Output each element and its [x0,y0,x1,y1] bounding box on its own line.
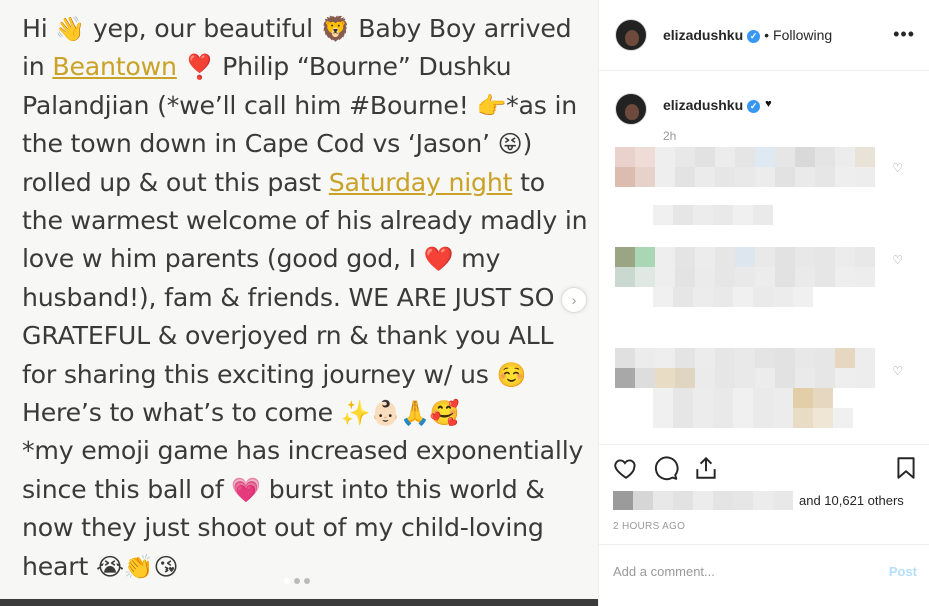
image-text-run: Here’s to what’s to come [22,398,341,428]
image-text-run: GRATEFUL & overjoyed rn & thank you ALL [22,321,554,351]
image-text-line: Here’s to what’s to come ✨👶🏻🙏🥰 [22,394,592,432]
image-text-run: Palandjian (*we’ll call him #Bourne! [22,90,477,120]
image-text-run [177,52,185,81]
more-options-icon[interactable]: ••• [893,24,915,45]
carousel-next-button[interactable]: › [561,287,587,313]
verified-badge-icon: ✓ [747,30,761,43]
comment-item [615,247,875,307]
image-text-line: GRATEFUL & overjoyed rn & thank you ALL [22,317,592,355]
image-text-run: husband!), fam & friends. WE ARE JUST SO [22,282,555,312]
image-text-run: for sharing this exciting journey w/ us [22,359,497,389]
comment-like-icon[interactable]: ♡ [892,253,903,267]
header-username-text[interactable]: elizadushku [663,27,743,43]
post-comment-button[interactable]: Post [889,564,917,579]
emoji-icon: ✨👶🏻🙏🥰 [340,399,460,428]
image-text-highlight: Saturday night [328,167,513,197]
add-comment-input[interactable]: Add a comment... [613,564,715,579]
image-text-line: the warmest welcome of his already madly… [22,202,592,240]
image-text-run: ) [522,129,533,159]
caption-avatar[interactable] [615,93,647,125]
carousel-dot [284,578,290,584]
image-text-run: my [453,244,501,274]
emoji-icon: ❤️ [423,245,454,274]
emoji-icon: 😝 [497,130,523,159]
liker-avatars [613,491,793,510]
caption-heart-emoji: ♥ [765,98,772,110]
emoji-icon: 👋 [55,15,86,43]
share-icon[interactable] [693,455,719,481]
post-sidebar: elizadushku ✓ • Following ••• elizadushku… [598,0,929,606]
image-text-run: rolled up & out this past [22,167,329,197]
image-text-run: yep, our beautiful [85,14,321,43]
image-bottom-bar [0,599,598,606]
image-text-highlight: Beantown [52,52,177,82]
image-text-run: Hi [22,14,56,43]
image-text-run: in [22,52,53,82]
image-text-line: the town down in Cape Cod vs ‘Jason’ 😝) [22,125,592,163]
chevron-right-icon: › [571,292,577,308]
carousel-dot [294,578,300,584]
post-header: elizadushku ✓ • Following ••• [599,0,929,71]
image-text-run: the town down in Cape Cod vs ‘Jason’ [22,129,498,159]
carousel-dots [284,578,310,584]
verified-badge-icon: ✓ [747,100,761,113]
image-text-run: to [512,167,545,197]
image-text-run: love w him parents (good god, I [22,244,424,274]
bookmark-icon[interactable] [893,455,919,481]
image-text-run: Philip “Bourne” Dushku [214,52,512,82]
image-text-line: now they just shoot out of my child-lovi… [22,509,592,547]
divider [599,444,929,445]
image-text-run: the warmest welcome of his already madly… [22,206,588,236]
comment-item [615,147,875,225]
image-text-line: in Beantown ❣️ Philip “Bourne” Dushku [22,48,592,86]
likes-summary: and 10,621 others [613,491,904,510]
image-text-line: *my emoji game has increased exponential… [22,432,592,470]
likes-count-text[interactable]: and 10,621 others [799,493,904,508]
image-text-line: for sharing this exciting journey w/ us … [22,356,592,394]
comment-item [615,348,875,428]
divider [599,544,929,545]
emoji-icon: 👉 [476,91,507,120]
image-text-line: Hi 👋 yep, our beautiful 🦁 Baby Boy arriv… [22,10,592,48]
image-text-run: burst into this world & [261,474,545,504]
post-image[interactable]: Hi 👋 yep, our beautiful 🦁 Baby Boy arriv… [0,0,598,599]
action-bar [613,452,918,486]
following-button[interactable]: Following [773,27,832,43]
emoji-icon: ☺️ [496,360,527,389]
comment-like-icon[interactable]: ♡ [892,364,903,378]
image-text-line: rolled up & out this past Saturday night… [22,164,592,202]
comment-like-icon[interactable]: ♡ [892,161,903,175]
image-text-line: since this ball of 💗 burst into this wor… [22,471,592,509]
caption: elizadushku ✓ ♥ [615,93,772,125]
post-timestamp[interactable]: 2 HOURS AGO [613,521,685,532]
image-text-run: now they just shoot out of my child-lovi… [22,513,544,543]
emoji-icon: 😭👏😘 [95,552,179,581]
header-separator: • [764,27,770,43]
image-text-run: *my emoji game has increased exponential… [22,436,584,466]
avatar[interactable] [615,19,647,51]
caption-username[interactable]: elizadushku ✓ [663,97,761,125]
caption-time: 2h [663,129,677,143]
emoji-icon: 💗 [231,475,261,504]
image-text-line: love w him parents (good god, I ❤️ my [22,240,592,278]
image-text-run: *as in [506,90,578,120]
comment-bubble-icon[interactable] [653,455,679,481]
carousel-dot [304,578,310,584]
header-username[interactable]: elizadushku ✓ [663,27,761,43]
image-text-run: Baby Boy arrived [350,14,572,43]
image-text-line: husband!), fam & friends. WE ARE JUST SO [22,279,592,317]
post-image-text: Hi 👋 yep, our beautiful 🦁 Baby Boy arriv… [22,10,592,586]
image-text-run: heart [22,551,96,581]
image-text-line: Palandjian (*we’ll call him #Bourne! 👉*a… [22,87,592,125]
caption-username-text[interactable]: elizadushku [663,97,743,113]
emoji-icon: 🦁 [320,15,351,43]
image-text-run: since this ball of [22,474,232,504]
heart-outline-icon[interactable] [613,455,639,481]
emoji-icon: ❣️ [184,53,215,82]
